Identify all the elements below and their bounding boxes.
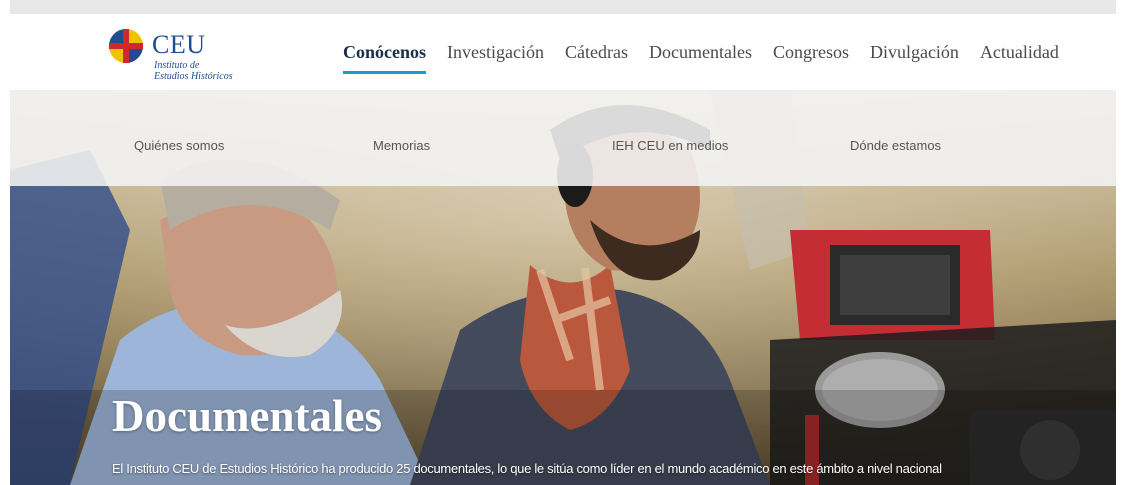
site-header: CEU Instituto de Estudios Históricos Con…: [10, 14, 1116, 90]
logo-subtitle: Instituto de Estudios Históricos: [154, 60, 233, 82]
subnav-item-memorias[interactable]: Memorias: [373, 138, 430, 153]
ceu-cross-emblem-icon: [109, 29, 143, 63]
main-nav: Conócenos Investigación Cátedras Documen…: [343, 14, 1059, 90]
hero-title: Documentales: [112, 391, 382, 441]
subnav-item-ieh-ceu-en-medios[interactable]: IEH CEU en medios: [612, 138, 728, 153]
nav-item-catedras[interactable]: Cátedras: [565, 42, 628, 63]
sub-navigation: Quiénes somos Memorias IEH CEU en medios…: [10, 90, 1116, 186]
top-strip: [10, 0, 1116, 14]
hero-description: El Instituto CEU de Estudios Histórico h…: [112, 461, 942, 476]
subnav-item-donde-estamos[interactable]: Dónde estamos: [850, 138, 941, 153]
ceu-logo[interactable]: CEU Instituto de Estudios Históricos: [108, 28, 258, 88]
nav-item-conocenos[interactable]: Conócenos: [343, 42, 427, 74]
hero-banner: Quiénes somos Memorias IEH CEU en medios…: [10, 90, 1116, 485]
logo-subtitle-line-2: Estudios Históricos: [154, 71, 233, 82]
nav-item-divulgacion[interactable]: Divulgación: [870, 42, 959, 63]
subnav-item-quienes-somos[interactable]: Quiénes somos: [134, 138, 224, 153]
nav-item-documentales[interactable]: Documentales: [649, 42, 752, 63]
logo-name: CEU: [152, 30, 206, 59]
logo-subtitle-line-1: Instituto de: [154, 60, 200, 71]
nav-item-investigacion[interactable]: Investigación: [447, 42, 544, 63]
nav-item-actualidad[interactable]: Actualidad: [980, 42, 1059, 63]
nav-item-congresos[interactable]: Congresos: [773, 42, 849, 63]
